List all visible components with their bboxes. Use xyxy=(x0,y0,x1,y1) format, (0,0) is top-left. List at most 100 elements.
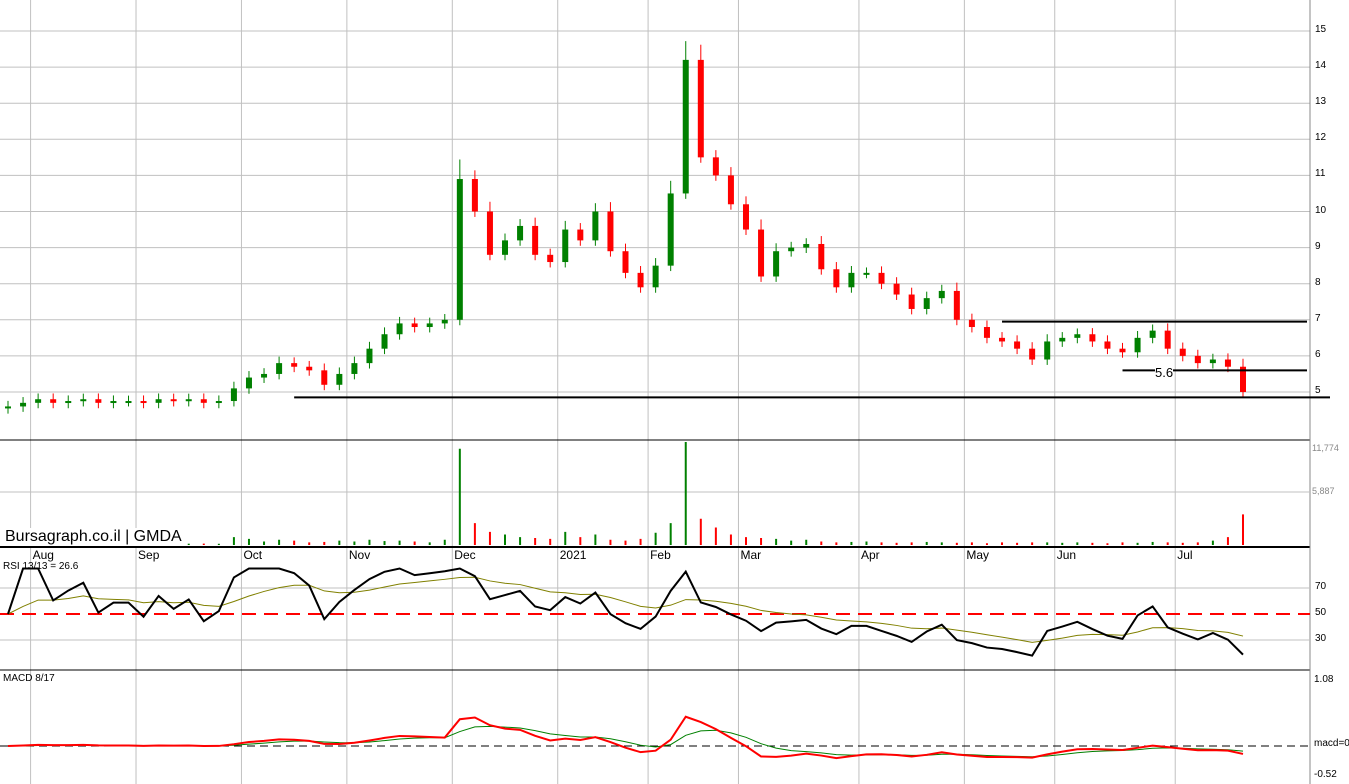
candle-body xyxy=(200,399,207,403)
rsi-tick-label: 70 xyxy=(1315,581,1327,592)
candle-body xyxy=(35,399,42,403)
chart-title: Bursagraph.co.il | GMDA xyxy=(5,528,182,546)
month-label: Feb xyxy=(650,548,671,562)
candle-body xyxy=(245,377,252,389)
rsi-label: RSI 13/13 = 26.6 xyxy=(3,561,79,572)
rsi-tick-label: 30 xyxy=(1315,633,1327,644)
candle-body xyxy=(110,401,117,404)
candle-body xyxy=(682,59,689,194)
candle-body xyxy=(1104,341,1111,349)
candle-body xyxy=(1074,334,1081,338)
month-label: Jun xyxy=(1056,548,1077,562)
candle-body xyxy=(140,401,147,404)
candle-body xyxy=(396,323,403,335)
candle-body xyxy=(622,251,629,273)
candle-body xyxy=(291,363,298,367)
price-tick-label: 7 xyxy=(1315,312,1321,324)
candle-body xyxy=(155,399,162,403)
candle-body xyxy=(758,229,765,277)
rsi-line xyxy=(7,567,1244,657)
level-label: 5.6 xyxy=(1155,365,1174,380)
candle-body xyxy=(306,366,313,371)
candle-body xyxy=(1014,341,1021,349)
month-label: Apr xyxy=(860,548,880,562)
candle-body xyxy=(185,399,192,402)
candle-body xyxy=(833,269,840,288)
price-tick-label: 8 xyxy=(1315,276,1321,288)
candle-body xyxy=(426,323,433,328)
candle-body xyxy=(321,370,328,385)
price-tick-label: 6 xyxy=(1315,348,1321,360)
candle-body xyxy=(697,59,704,158)
candle-body xyxy=(803,243,810,248)
candle-body xyxy=(1149,330,1156,338)
month-label: Jul xyxy=(1177,548,1193,562)
price-tick-label: 13 xyxy=(1315,96,1327,108)
candle-body xyxy=(562,229,569,263)
candle-body xyxy=(95,399,102,403)
candle-body xyxy=(336,373,343,385)
candle-body xyxy=(441,319,448,324)
volume-tick-label: 11,774 xyxy=(1312,443,1339,453)
candle-body xyxy=(1044,341,1051,360)
candle-body xyxy=(65,401,72,404)
candle-body xyxy=(5,406,11,409)
candle-body xyxy=(908,294,915,309)
candle-body xyxy=(1179,348,1186,356)
candle-body xyxy=(999,337,1006,342)
month-label: Oct xyxy=(243,548,263,562)
candle-body xyxy=(170,399,177,402)
candle-body xyxy=(1029,348,1036,360)
candle-body xyxy=(968,319,975,328)
macd-line xyxy=(7,715,1244,760)
candle-body xyxy=(773,251,780,277)
month-label: 2021 xyxy=(559,548,587,562)
price-tick-label: 9 xyxy=(1315,240,1321,252)
candle-body xyxy=(923,298,930,309)
month-label: Sep xyxy=(138,548,160,562)
candle-body xyxy=(1134,337,1141,353)
rsi-tick-label: 50 xyxy=(1315,607,1327,618)
volume-tick-label: 5,887 xyxy=(1312,486,1335,496)
chart-canvas xyxy=(0,0,1330,784)
candle-body xyxy=(532,225,539,255)
candle-body xyxy=(1119,348,1126,353)
candle-body xyxy=(577,229,584,241)
candle-body xyxy=(878,272,885,284)
price-tick-label: 11 xyxy=(1315,168,1326,180)
candle-body xyxy=(517,225,524,241)
candle-body xyxy=(1224,359,1231,367)
candle-body xyxy=(215,401,222,404)
candle-body xyxy=(1089,334,1096,342)
candle-body xyxy=(381,334,388,349)
candle-body xyxy=(1209,359,1216,364)
candle-body xyxy=(893,283,900,295)
candle-body xyxy=(742,204,749,230)
price-tick-label: 14 xyxy=(1315,60,1327,72)
candle-body xyxy=(938,290,945,299)
macd-tick-label: -0.52 xyxy=(1314,769,1337,780)
candle-body xyxy=(592,211,599,241)
candle-body xyxy=(953,290,960,320)
candle-body xyxy=(607,211,614,252)
candle-body xyxy=(276,363,283,374)
rsi-signal-line xyxy=(7,576,1244,643)
candle-body xyxy=(652,265,659,288)
candle-body xyxy=(50,399,57,403)
candle-body xyxy=(125,401,132,404)
month-label: Mar xyxy=(740,548,762,562)
candle-body xyxy=(366,348,373,364)
month-label: Aug xyxy=(32,548,54,562)
candle-body xyxy=(1194,355,1201,364)
candle-body xyxy=(20,402,27,407)
month-label: Nov xyxy=(348,548,371,562)
candle-body xyxy=(818,243,825,270)
candle-body xyxy=(351,363,358,374)
candle-body xyxy=(1059,337,1066,342)
candle-body xyxy=(983,327,990,338)
candle-body xyxy=(788,247,795,252)
candle-body xyxy=(848,272,855,288)
candle-body xyxy=(261,373,268,378)
candle-body xyxy=(486,211,493,255)
stock-chart: Bursagraph.co.il | GMDA RSI 13/13 = 26.6… xyxy=(0,0,1349,784)
